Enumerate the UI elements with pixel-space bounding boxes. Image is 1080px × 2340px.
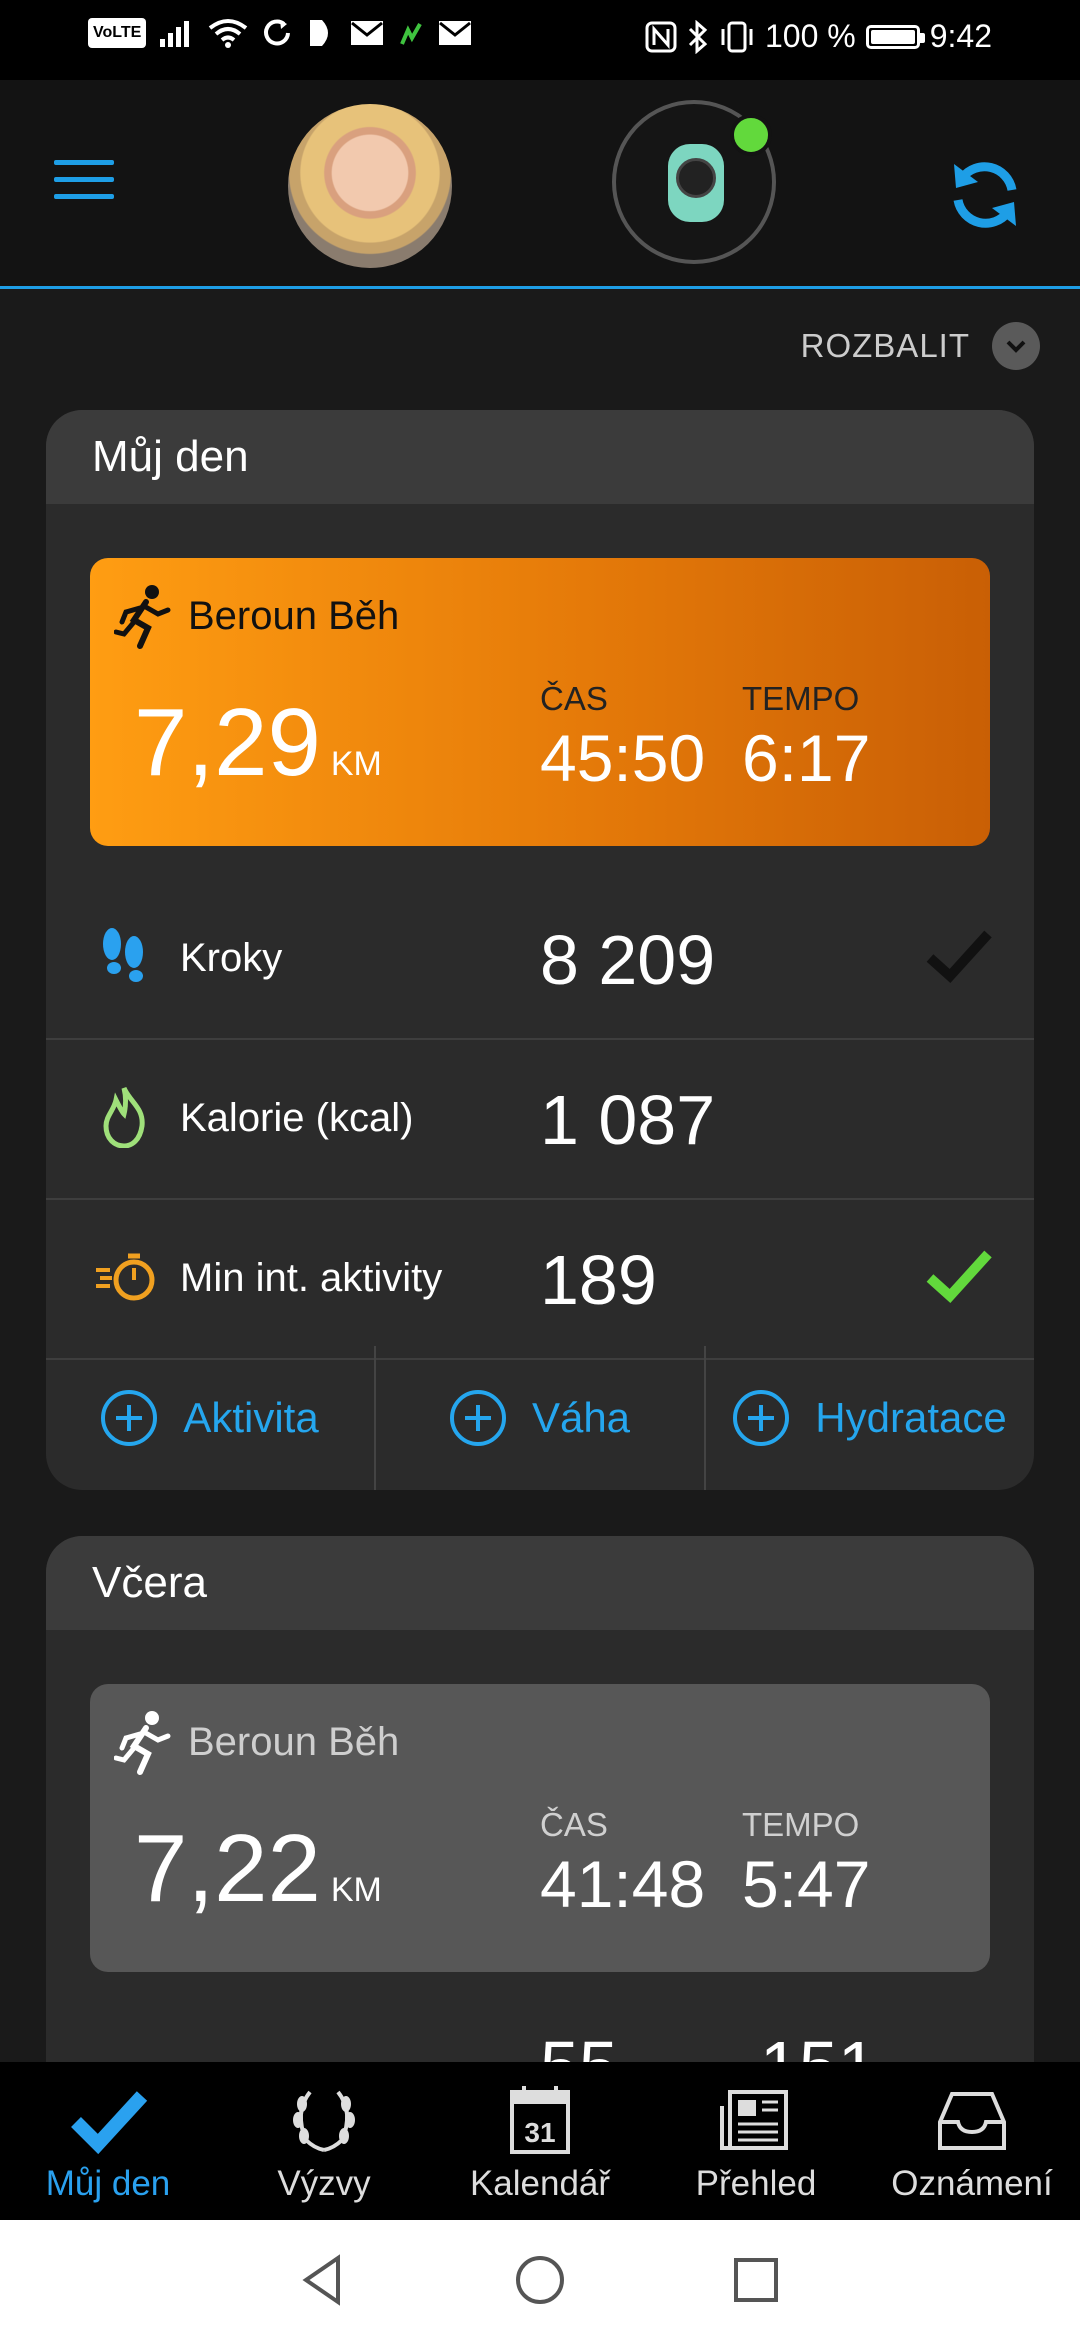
play-icon <box>310 20 329 46</box>
pace-value: 5:47 <box>742 1847 871 1921</box>
check-icon <box>71 2091 148 2155</box>
nav-label: Přehled <box>695 2164 817 2203</box>
time-value: 45:50 <box>540 721 706 795</box>
svg-text:31: 31 <box>524 2117 555 2148</box>
add-hydration-button[interactable]: Hydratace <box>706 1346 1034 1490</box>
yesterday-title: Včera <box>46 1536 1034 1630</box>
today-card: Můj den Beroun Běh 7,29 KM ČAS 45:50 TEMP… <box>46 410 1034 1490</box>
status-bar: VoLTE 100 % 9:42 <box>0 0 1080 80</box>
network-icon <box>400 23 423 45</box>
device-watch-button[interactable] <box>612 100 776 264</box>
calendar-icon: 31 <box>510 2086 570 2154</box>
activity-distance: 7,29 KM <box>134 688 382 798</box>
metric-label: Min int. aktivity <box>180 1256 443 1300</box>
nav-challenges[interactable]: Výzvy <box>216 2062 432 2220</box>
flame-icon <box>103 1086 145 1148</box>
nav-notifications[interactable]: Oznámení <box>864 2062 1080 2220</box>
today-activity-card[interactable]: Beroun Běh 7,29 KM ČAS 45:50 TEMPO 6:17 <box>90 558 990 846</box>
metric-steps[interactable]: Kroky 8 209 <box>46 880 1034 1040</box>
wifi-icon <box>209 19 248 48</box>
pace-value: 6:17 <box>742 721 871 795</box>
time-value: 41:48 <box>540 1847 706 1921</box>
battery-icon <box>865 24 925 49</box>
avatar[interactable] <box>288 104 452 268</box>
quick-add-row: Aktivita Váha Hydratace <box>46 1346 1034 1490</box>
inbox-icon <box>938 2092 1006 2150</box>
running-icon <box>114 585 171 649</box>
check-icon <box>926 930 992 984</box>
running-icon <box>114 1711 171 1775</box>
expand-label: ROZBALIT <box>800 327 970 364</box>
nav-label: Oznámení <box>891 2164 1053 2203</box>
bluetooth-icon <box>688 19 708 54</box>
footprints-icon <box>103 928 143 982</box>
activity-name: Beroun Běh <box>188 594 400 638</box>
add-activity-button[interactable]: Aktivita <box>46 1346 376 1490</box>
app-header <box>0 80 1080 289</box>
add-activity-label: Aktivita <box>183 1394 319 1441</box>
expand-button[interactable]: ROZBALIT <box>801 322 1040 370</box>
metric-value: 189 <box>540 1241 657 1319</box>
sync-status-icon <box>264 19 291 46</box>
home-icon[interactable] <box>512 2252 568 2308</box>
clock: 9:42 <box>929 18 992 54</box>
nav-label: Výzvy <box>277 2164 371 2203</box>
add-hydration-label: Hydratace <box>815 1394 1007 1441</box>
mail-icon <box>351 21 384 45</box>
nfc-icon <box>645 21 677 52</box>
metric-calories[interactable]: Kalorie (kcal) 1 087 <box>46 1040 1034 1200</box>
plus-icon <box>733 1390 790 1446</box>
laurel-icon <box>293 2090 355 2152</box>
nav-label: Můj den <box>45 2164 171 2203</box>
signal-icon <box>160 21 190 47</box>
nav-label: Kalendář <box>469 2164 611 2203</box>
today-title: Můj den <box>46 410 1034 504</box>
bottom-navigation: Můj den Výzvy 31 Kalendář Přehled Oznáme… <box>0 2062 1080 2220</box>
vibrate-icon <box>721 21 753 52</box>
nav-my-day[interactable]: Můj den <box>0 2062 216 2220</box>
recents-icon[interactable] <box>728 2252 784 2308</box>
nav-overview[interactable]: Přehled <box>648 2062 864 2220</box>
newsfeed-icon <box>720 2090 788 2150</box>
check-icon <box>926 1250 992 1304</box>
metric-value: 8 209 <box>540 921 716 999</box>
time-label: ČAS <box>540 1806 608 1843</box>
distance-value: 7,29 <box>134 689 321 796</box>
metric-intensity-minutes[interactable]: Min int. aktivity 189 <box>46 1200 1034 1360</box>
nav-calendar[interactable]: 31 Kalendář <box>432 2062 648 2220</box>
volte-icon: VoLTE <box>88 18 147 48</box>
activity-name: Beroun Běh <box>188 1720 400 1764</box>
distance-value: 7,22 <box>134 1815 321 1922</box>
plus-icon <box>449 1390 506 1446</box>
time-label: ČAS <box>540 680 608 717</box>
yesterday-card: Včera Beroun Běh 7,22 KM ČAS 41:48 TEMPO … <box>46 1536 1034 2136</box>
stopwatch-icon <box>96 1253 155 1301</box>
distance-unit: KM <box>330 745 382 783</box>
yesterday-activity-card[interactable]: Beroun Běh 7,22 KM ČAS 41:48 TEMPO 5:47 <box>90 1684 990 1972</box>
battery-percent: 100 % <box>764 18 856 54</box>
pace-label: TEMPO <box>742 1806 860 1843</box>
watch-icon <box>668 144 724 222</box>
metric-value: 1 087 <box>540 1081 716 1159</box>
pace-label: TEMPO <box>742 680 860 717</box>
sync-icon[interactable] <box>940 150 1030 240</box>
activity-distance: 7,22 KM <box>134 1814 382 1924</box>
back-icon[interactable] <box>296 2252 352 2308</box>
connected-status-dot <box>730 114 772 156</box>
system-navigation-bar <box>0 2220 1080 2340</box>
add-weight-label: Váha <box>531 1394 631 1441</box>
chevron-down-icon <box>992 322 1040 370</box>
plus-icon <box>101 1390 158 1446</box>
add-weight-button[interactable]: Váha <box>376 1346 706 1490</box>
distance-unit: KM <box>330 1871 382 1909</box>
metric-label: Kalorie (kcal) <box>180 1096 414 1140</box>
mail-icon-2 <box>439 21 472 45</box>
menu-icon[interactable] <box>54 160 114 204</box>
metric-label: Kroky <box>180 936 283 980</box>
